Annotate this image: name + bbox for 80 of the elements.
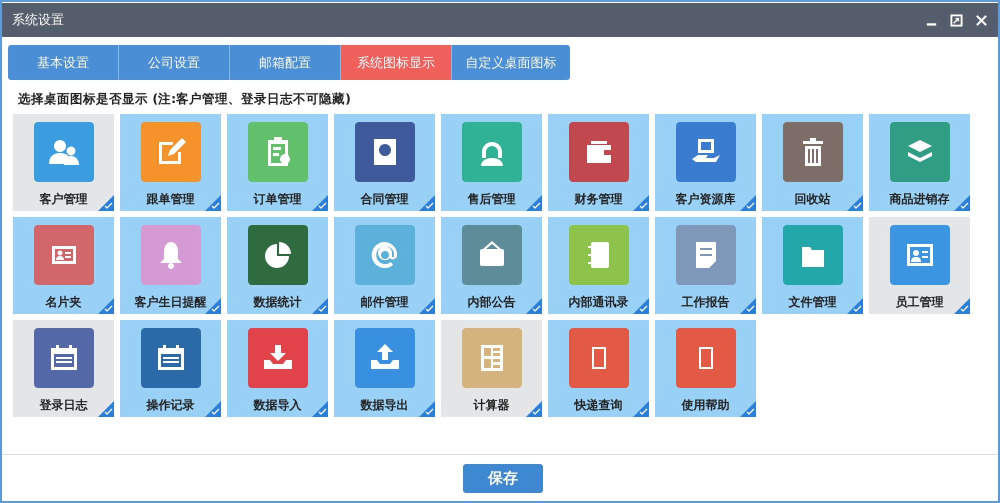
icon-tile[interactable]: 使用帮助 bbox=[655, 320, 756, 417]
tile-label: 内部通讯录 bbox=[568, 294, 628, 311]
checkmark-icon[interactable] bbox=[740, 401, 756, 417]
icon-tile[interactable]: 客户管理 bbox=[13, 114, 114, 211]
tile-label: 订单管理 bbox=[254, 191, 302, 208]
checkmark-icon[interactable] bbox=[205, 195, 221, 211]
tile-label: 跟单管理 bbox=[146, 191, 194, 208]
tile-label: 售后管理 bbox=[468, 191, 516, 208]
icon-tile[interactable]: 跟单管理 bbox=[120, 114, 221, 211]
checkmark-icon[interactable] bbox=[954, 298, 970, 314]
checkmark-icon[interactable] bbox=[740, 298, 756, 314]
icon-tile[interactable]: 员工管理 bbox=[869, 217, 970, 314]
tile-label: 使用帮助 bbox=[682, 397, 730, 414]
checkmark-icon[interactable] bbox=[740, 195, 756, 211]
icon-tile[interactable]: 内部通讯录 bbox=[548, 217, 649, 314]
checkmark-icon[interactable] bbox=[847, 195, 863, 211]
icon-tile[interactable]: 商品进销存 bbox=[869, 114, 970, 211]
tile-label: 客户资源库 bbox=[676, 191, 736, 208]
icon-tile[interactable]: 工作报告 bbox=[655, 217, 756, 314]
tile-label: 员工管理 bbox=[896, 294, 944, 311]
tile-label: 文件管理 bbox=[788, 294, 836, 311]
icon-tile[interactable]: 名片夹 bbox=[13, 217, 114, 314]
checkmark-icon[interactable] bbox=[419, 401, 435, 417]
tile-label: 工作报告 bbox=[682, 294, 730, 311]
icon-tile[interactable]: 文件管理 bbox=[762, 217, 863, 314]
checkmark-icon[interactable] bbox=[312, 298, 328, 314]
icon-tile[interactable]: 数据导出 bbox=[334, 320, 435, 417]
icon-tile[interactable]: 客户生日提醒 bbox=[120, 217, 221, 314]
icon-tile[interactable]: 合同管理 bbox=[334, 114, 435, 211]
icon-tile[interactable]: 数据导入 bbox=[227, 320, 328, 417]
checkmark-icon[interactable] bbox=[633, 298, 649, 314]
checkmark-icon[interactable] bbox=[419, 298, 435, 314]
tile-label: 数据导出 bbox=[360, 397, 408, 414]
icon-tile[interactable]: 快递查询 bbox=[548, 320, 649, 417]
icon-tile[interactable]: 内部公告 bbox=[441, 217, 542, 314]
checkmark-icon[interactable] bbox=[526, 195, 542, 211]
tile-label: 回收站 bbox=[794, 191, 830, 208]
checkmark-icon[interactable] bbox=[312, 195, 328, 211]
tile-label: 计算器 bbox=[474, 397, 510, 414]
icon-tile[interactable]: 回收站 bbox=[762, 114, 863, 211]
checkmark-icon[interactable] bbox=[419, 195, 435, 211]
tile-label: 商品进销存 bbox=[890, 191, 950, 208]
icon-tile[interactable]: 计算器 bbox=[441, 320, 542, 417]
tile-label: 合同管理 bbox=[360, 191, 408, 208]
close-icon[interactable] bbox=[975, 14, 988, 26]
checkmark-icon[interactable] bbox=[633, 401, 649, 417]
tile-label: 登录日志 bbox=[40, 397, 88, 414]
checkmark-icon[interactable] bbox=[954, 195, 970, 211]
icon-tile[interactable]: 操作记录 bbox=[120, 320, 221, 417]
icon-tile[interactable]: 数据统计 bbox=[227, 217, 328, 314]
icon-tile[interactable]: 登录日志 bbox=[13, 320, 114, 417]
checkmark-icon[interactable] bbox=[526, 401, 542, 417]
tile-label: 数据统计 bbox=[254, 294, 302, 311]
tile-label: 财务管理 bbox=[574, 191, 622, 208]
window-title: 系统设置 bbox=[12, 12, 64, 29]
checkmark-icon[interactable] bbox=[98, 195, 114, 211]
icon-tile[interactable]: 客户资源库 bbox=[655, 114, 756, 211]
tile-label: 数据导入 bbox=[254, 397, 302, 414]
tile-label: 客户生日提醒 bbox=[134, 294, 206, 311]
icon-tile[interactable]: 邮件管理 bbox=[334, 217, 435, 314]
icon-tile[interactable]: 售后管理 bbox=[441, 114, 542, 211]
maximize-icon[interactable] bbox=[950, 14, 963, 26]
checkmark-icon[interactable] bbox=[312, 401, 328, 417]
checkmark-icon[interactable] bbox=[526, 298, 542, 314]
save-button[interactable]: 保存 bbox=[463, 464, 543, 492]
checkmark-icon[interactable] bbox=[205, 401, 221, 417]
tile-label: 内部公告 bbox=[468, 294, 516, 311]
checkmark-icon[interactable] bbox=[847, 298, 863, 314]
instruction-text: 选择桌面图标是否显示 (注:客户管理、登录日志不可隐藏) bbox=[18, 91, 352, 108]
checkmark-icon[interactable] bbox=[98, 298, 114, 314]
checkmark-icon[interactable] bbox=[633, 195, 649, 211]
icon-tile[interactable]: 财务管理 bbox=[548, 114, 649, 211]
tile-label: 名片夹 bbox=[46, 294, 82, 311]
icon-tile[interactable]: 订单管理 bbox=[227, 114, 328, 211]
tile-label: 操作记录 bbox=[146, 397, 194, 414]
tile-label: 邮件管理 bbox=[360, 294, 408, 311]
checkmark-icon[interactable] bbox=[205, 298, 221, 314]
tile-label: 客户管理 bbox=[40, 191, 88, 208]
tile-label: 快递查询 bbox=[574, 397, 622, 414]
checkmark-icon[interactable] bbox=[98, 401, 114, 417]
